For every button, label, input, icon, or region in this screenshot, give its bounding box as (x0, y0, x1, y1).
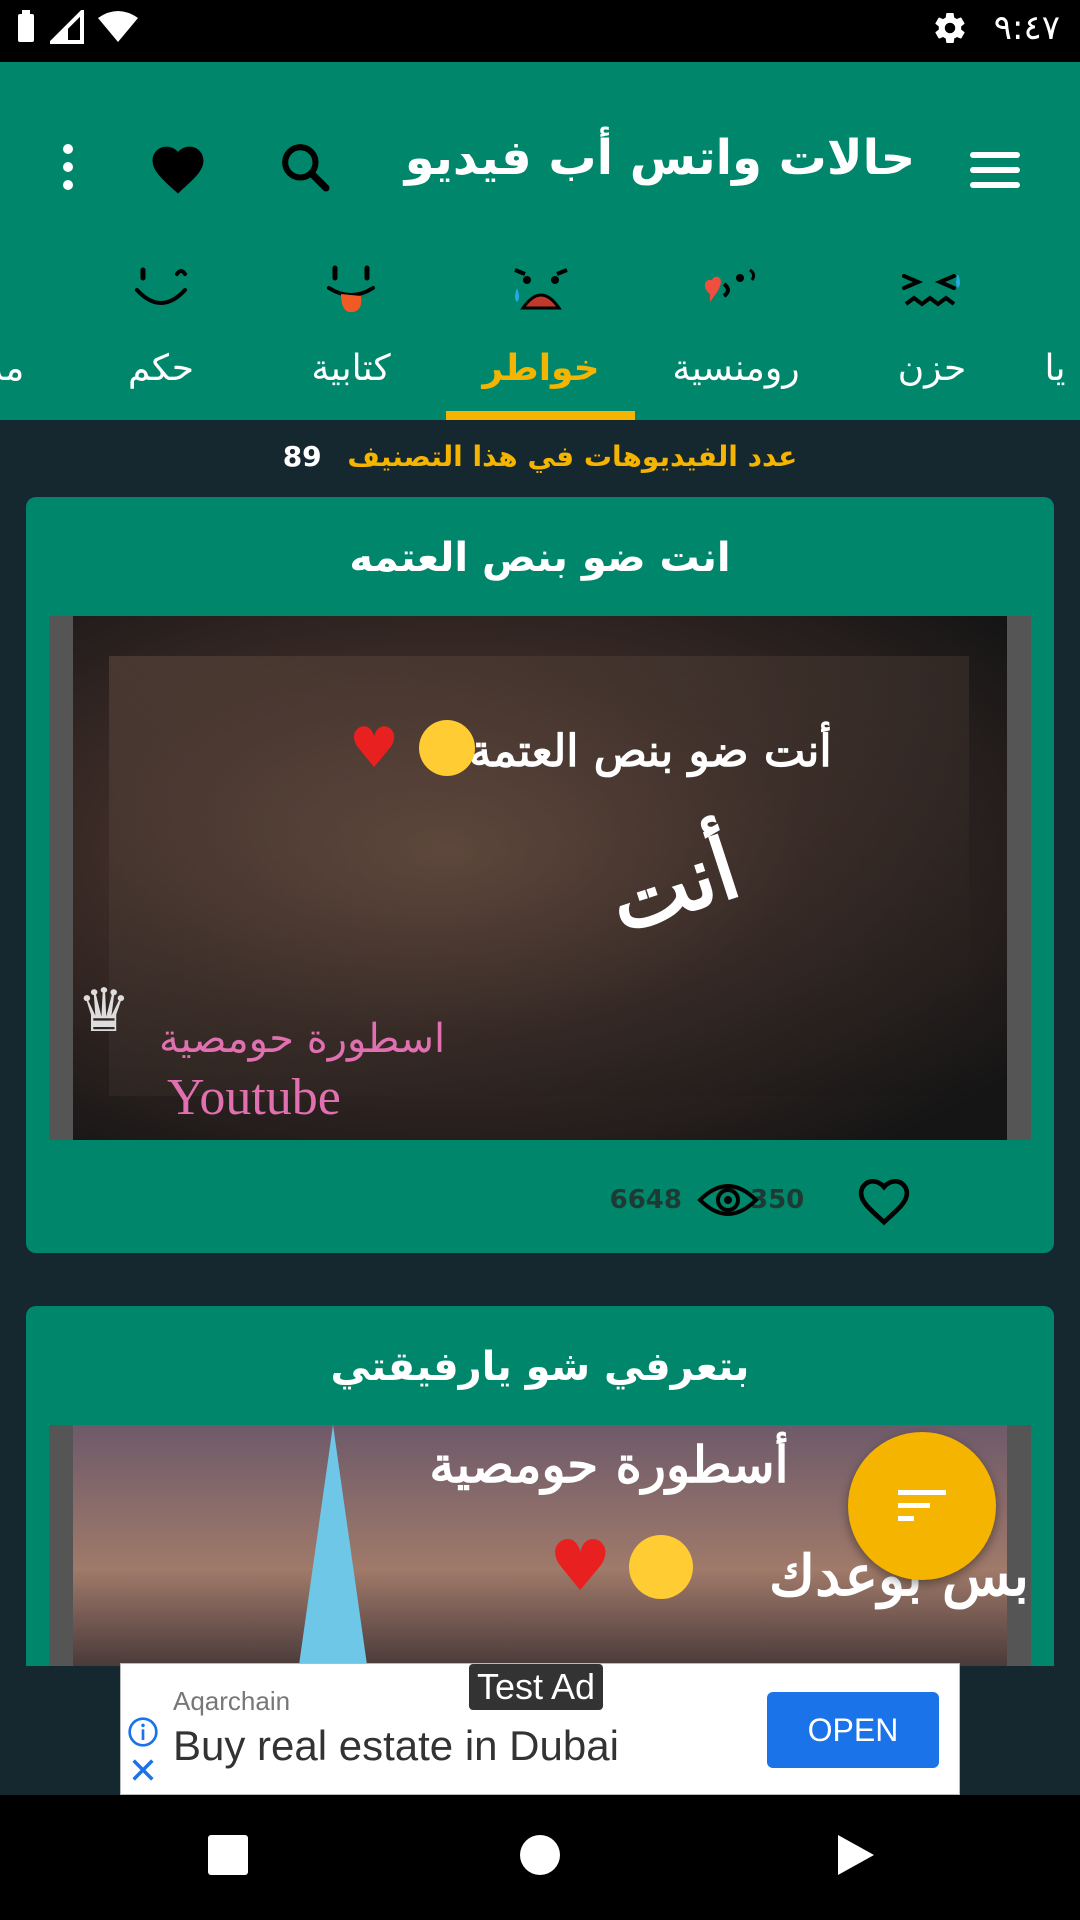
battery-icon (18, 10, 34, 42)
settings-gear-icon (935, 13, 965, 44)
heart-kiss-face-icon (704, 268, 756, 302)
tab-wisdom[interactable]: حكم (66, 240, 256, 420)
likes-stat (856, 1174, 912, 1226)
test-ad-badge: Test Ad (469, 1664, 604, 1710)
sad-face-icon (514, 268, 568, 310)
nav-back-button[interactable] (834, 1833, 876, 1877)
ad-info-icon[interactable] (127, 1716, 159, 1748)
views-eye-icon (697, 1184, 759, 1216)
ad-headline: Buy real estate in Dubai (173, 1722, 619, 1769)
category-tabs: يا حزن رومنسية خواطر كتابية حكم م (0, 240, 1080, 420)
hamburger-menu-icon[interactable] (960, 140, 1030, 200)
heart-eyes-emoji-icon (419, 720, 475, 776)
more-options-icon[interactable] (28, 127, 108, 207)
ad-open-button[interactable]: OPEN (767, 1692, 939, 1768)
crying-face-icon (902, 274, 960, 307)
heart-eyes-emoji-icon (629, 1535, 693, 1599)
video-thumbnail[interactable]: أنت ضو بنص العتمة" أنت ♥ ♛ اسطورة حومصية… (49, 616, 1031, 1140)
tab-partial-left[interactable]: مة (0, 240, 40, 420)
views-stat (696, 1174, 760, 1230)
tab-partial-right[interactable]: يا (1040, 240, 1080, 420)
smiling-face-icon (135, 267, 187, 305)
heart-emoji-icon: ♥ (549, 1525, 612, 1607)
signal-icon (50, 10, 84, 44)
ad-advertiser: Aqarchain (173, 1686, 291, 1716)
ad-close-icon[interactable] (129, 1756, 157, 1784)
watermark-text: اسطورة حومصية (159, 1016, 446, 1062)
favorites-heart-icon[interactable] (138, 127, 218, 207)
video-title: بتعرفي شو يارفيقتي (330, 1344, 750, 1390)
sort-icon (898, 1490, 946, 1521)
sort-filter-fab[interactable] (848, 1432, 996, 1580)
video-count-value: 89 (282, 440, 322, 473)
crown-icon: ♛ (77, 976, 131, 1046)
brand-text: Youtube (167, 1069, 341, 1126)
tongue-face-icon (327, 265, 375, 313)
video-count-label: عدد الفيديوهات في هذا التصنيف (347, 440, 798, 473)
status-time: ٩:٤٧ (993, 8, 1060, 48)
video-title: انت ضو بنص العتمه (349, 535, 731, 581)
search-icon[interactable] (265, 127, 345, 207)
video-count-row: عدد الفيديوهات في هذا التصنيف 89 (0, 440, 1080, 473)
nav-recents-button[interactable] (208, 1835, 248, 1875)
active-tab-indicator (446, 411, 635, 420)
app-title: حالات واتس أب فيديو (404, 130, 916, 186)
tab-sadness[interactable]: حزن (837, 240, 1027, 420)
views-count: 6648 (609, 1185, 682, 1215)
thumb-overlay-text: أسطورة حومصية (429, 1435, 789, 1494)
tab-romance[interactable]: رومنسية (641, 240, 831, 420)
tab-thoughts[interactable]: خواطر (446, 240, 636, 420)
wifi-icon (98, 11, 138, 42)
heart-emoji-icon: ♥ (349, 716, 400, 781)
system-nav-bar (0, 1795, 1080, 1920)
status-bar: ٩:٤٧ (0, 0, 1080, 62)
ad-banner[interactable]: Test Ad Aqarchain Buy real estate in Dub… (120, 1663, 960, 1795)
like-heart-icon[interactable] (856, 1174, 912, 1226)
tab-writing[interactable]: كتابية (256, 240, 446, 420)
nav-home-button[interactable] (520, 1835, 560, 1875)
video-card[interactable]: انت ضو بنص العتمه أنت ضو بنص العتمة" أنت… (26, 497, 1054, 1253)
